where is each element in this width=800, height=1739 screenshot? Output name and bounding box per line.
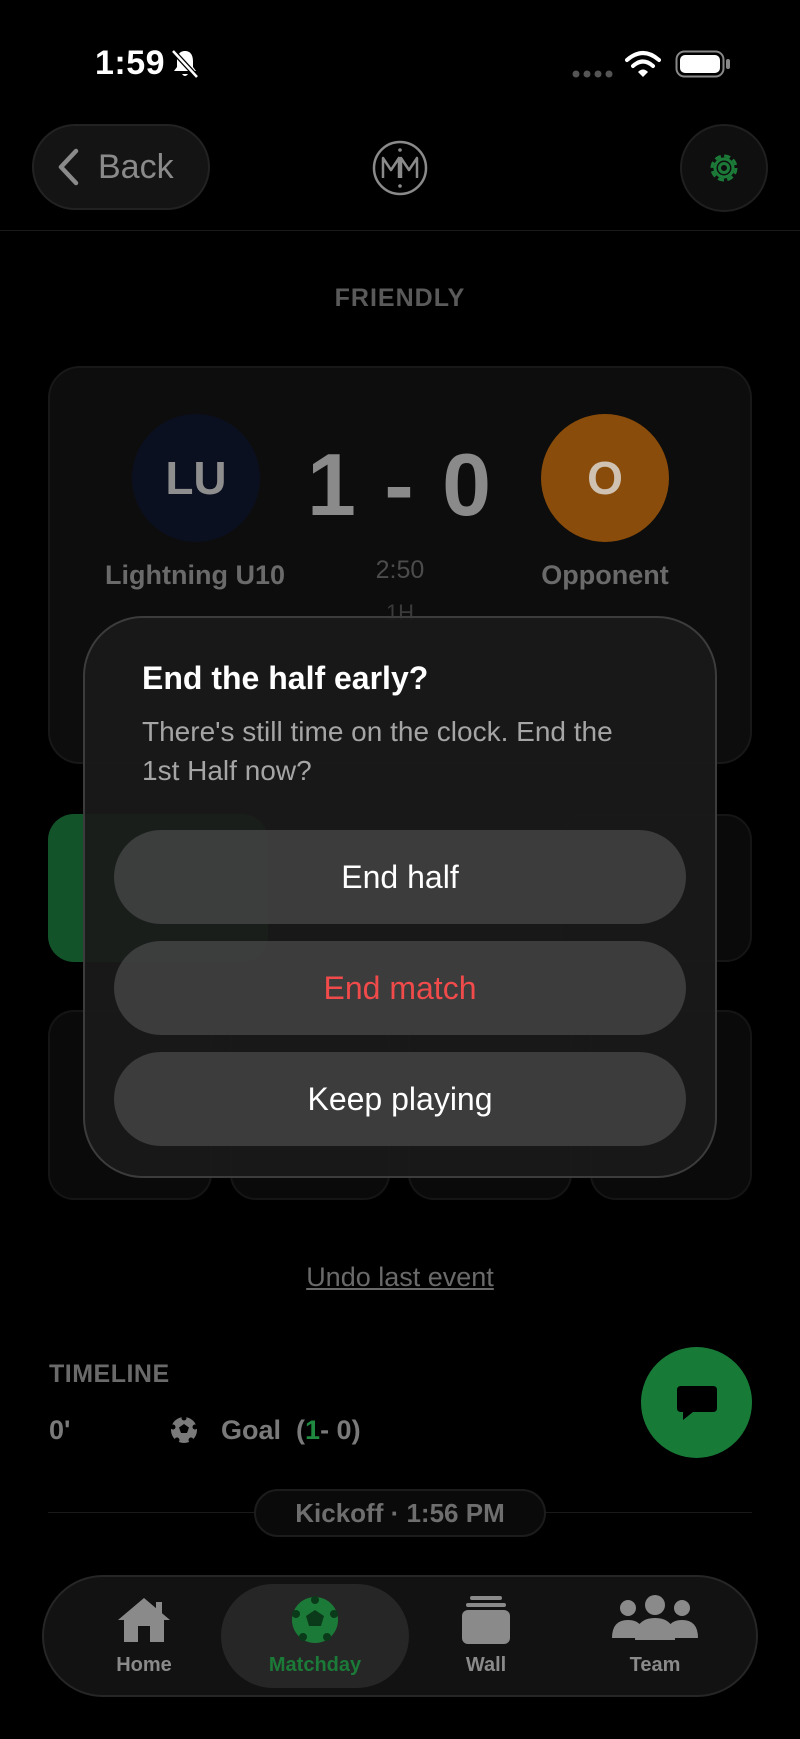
timeline-event: 0' Goal (1 - 0) — [49, 1410, 361, 1450]
away-team-name: Opponent — [541, 560, 669, 590]
match-type-label: FRIENDLY — [334, 284, 466, 312]
match-score: 1 - 0 — [306, 435, 494, 534]
end-match-button[interactable]: End match — [114, 941, 686, 1035]
battery-icon — [675, 50, 730, 78]
dialog-title: End the half early? — [142, 660, 429, 696]
chat-bubble-icon — [676, 1385, 717, 1420]
bell-muted-icon — [171, 49, 199, 79]
event-type: Goal — [221, 1414, 282, 1445]
timeline-title: TIMELINE — [49, 1360, 170, 1388]
keep-playing-button[interactable]: Keep playing — [114, 1052, 686, 1146]
event-minute: 0' — [49, 1414, 71, 1445]
app-logo — [372, 140, 428, 196]
signal-dots-icon — [572, 70, 613, 78]
tab-team[interactable]: Team — [580, 1594, 730, 1688]
chat-button[interactable] — [641, 1347, 752, 1458]
soccer-ball-icon — [170, 1415, 198, 1443]
gear-icon — [710, 154, 738, 182]
match-clock: 2:50 — [375, 556, 425, 584]
status-time: 1:59 — [95, 44, 166, 82]
tab-home[interactable]: Home — [69, 1594, 219, 1688]
home-team-name: Lightning U10 — [105, 560, 285, 590]
event-score-rest: - 0) — [320, 1414, 361, 1445]
status-bar: 1:59 — [0, 0, 800, 130]
header-divider — [0, 230, 800, 231]
tab-label: Wall — [465, 1654, 507, 1676]
tab-label: Matchday — [268, 1654, 362, 1676]
event-score-open: ( — [296, 1414, 306, 1445]
settings-button[interactable] — [680, 124, 768, 212]
tab-label: Home — [116, 1654, 172, 1676]
back-button[interactable]: Back — [32, 124, 210, 210]
tab-label: Team — [629, 1654, 681, 1676]
chevron-left-icon — [58, 148, 79, 186]
people-icon — [612, 1595, 698, 1640]
wifi-icon — [625, 51, 661, 77]
stack-icon — [462, 1596, 510, 1644]
dialog-message: There's still time on the clock. End the… — [142, 716, 613, 786]
away-team-badge: O — [541, 414, 669, 542]
end-half-button[interactable]: End half — [114, 830, 686, 924]
soccer-ball-icon — [292, 1596, 338, 1643]
tab-wall[interactable]: Wall — [411, 1594, 561, 1688]
tab-matchday[interactable]: Matchday — [240, 1594, 390, 1688]
undo-last-event-link[interactable]: Undo last event — [0, 1262, 800, 1293]
kickoff-label: Kickoff · 1:56 PM — [254, 1489, 546, 1537]
home-team-badge: LU — [132, 414, 260, 542]
back-label: Back — [98, 147, 174, 186]
house-icon — [118, 1598, 170, 1642]
event-score-home: 1 — [305, 1414, 321, 1445]
